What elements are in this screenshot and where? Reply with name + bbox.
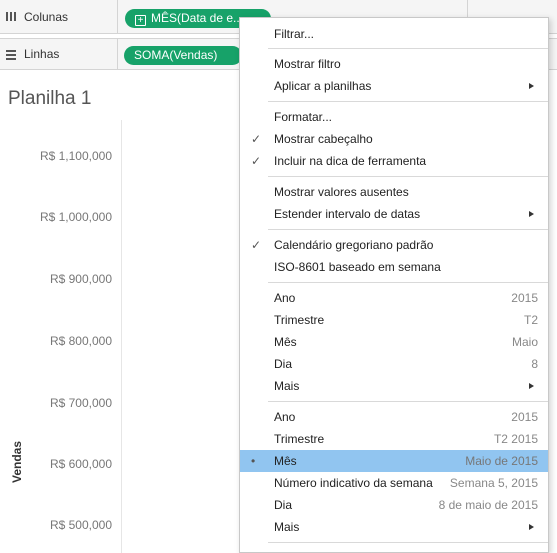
menu-item-format[interactable]: Formatar... bbox=[240, 106, 548, 128]
menu-item-label: Filtrar... bbox=[274, 27, 315, 41]
menu-item-apply-to-sheets[interactable]: Aplicar a planilhas bbox=[240, 75, 548, 97]
menu-item-discrete-month[interactable]: Mês Maio bbox=[240, 331, 548, 353]
rows-label-text: Linhas bbox=[24, 47, 60, 61]
menu-item-discrete-day[interactable]: Dia 8 bbox=[240, 353, 548, 375]
sum-sales-pill[interactable]: SOMA(Vendas) bbox=[124, 46, 242, 65]
menu-item-example: Maio de 2015 bbox=[465, 454, 538, 468]
menu-separator bbox=[268, 176, 548, 177]
axis-tick: R$ 500,000 bbox=[49, 518, 112, 532]
menu-item-filter[interactable]: Filtrar... bbox=[240, 23, 548, 45]
menu-separator bbox=[268, 282, 548, 283]
rows-shelf-label: Linhas bbox=[0, 39, 118, 69]
axis-tick: R$ 1,000,000 bbox=[39, 210, 112, 224]
menu-item-label: Formatar... bbox=[274, 110, 333, 124]
menu-item-label: Mostrar cabeçalho bbox=[274, 132, 373, 146]
menu-item-label: Dia bbox=[274, 498, 293, 512]
month-pill-label: MÊS(Data de e... bbox=[151, 11, 244, 25]
menu-item-label: Mostrar filtro bbox=[274, 57, 341, 71]
menu-item-label: ISO-8601 baseado em semana bbox=[274, 260, 441, 274]
axis-tick: R$ 900,000 bbox=[49, 272, 112, 286]
axis-tick: R$ 800,000 bbox=[49, 334, 112, 348]
menu-item-label: Incluir na dica de ferramenta bbox=[274, 154, 427, 168]
menu-item-example: 8 de maio de 2015 bbox=[438, 498, 538, 512]
menu-item-label: Número indicativo da semana bbox=[274, 476, 433, 490]
menu-item-label: Mais bbox=[274, 520, 300, 534]
sheet-title: Planilha 1 bbox=[8, 88, 92, 109]
columns-shelf-label: Colunas bbox=[0, 0, 118, 33]
date-pill-context-menu: Filtrar... Mostrar filtro Aplicar a plan… bbox=[239, 17, 549, 553]
checkmark-icon: ✓ bbox=[251, 132, 262, 146]
vertical-axis-title: Vendas bbox=[10, 440, 24, 483]
sum-sales-pill-label: SOMA(Vendas) bbox=[134, 48, 218, 62]
menu-separator bbox=[268, 101, 548, 102]
checkmark-icon: ✓ bbox=[251, 238, 262, 252]
menu-item-iso-week[interactable]: ISO-8601 baseado em semana bbox=[240, 256, 548, 278]
menu-item-discrete-quarter[interactable]: Trimestre T2 bbox=[240, 309, 548, 331]
menu-item-example: Semana 5, 2015 bbox=[449, 476, 538, 490]
axis-tick: R$ 600,000 bbox=[49, 457, 112, 471]
expand-plus-icon[interactable]: + bbox=[135, 15, 146, 26]
menu-item-label: Aplicar a planilhas bbox=[274, 79, 372, 93]
checkmark-icon: ✓ bbox=[251, 154, 262, 168]
menu-separator bbox=[268, 229, 548, 230]
menu-item-example: T2 2015 bbox=[493, 432, 538, 446]
menu-item-continuous-year[interactable]: Ano 2015 bbox=[240, 406, 548, 428]
menu-item-label: Dia bbox=[274, 357, 293, 371]
menu-item-label: Ano bbox=[274, 410, 296, 424]
rows-icon bbox=[6, 49, 16, 60]
menu-separator bbox=[268, 542, 548, 543]
submenu-arrow-icon bbox=[529, 211, 534, 217]
columns-icon bbox=[6, 12, 16, 21]
menu-item-show-filter[interactable]: Mostrar filtro bbox=[240, 53, 548, 75]
menu-item-continuous-week-number[interactable]: Número indicativo da semana Semana 5, 201… bbox=[240, 472, 548, 494]
menu-item-continuous-quarter[interactable]: Trimestre T2 2015 bbox=[240, 428, 548, 450]
menu-item-example: 2015 bbox=[511, 410, 538, 424]
submenu-arrow-icon bbox=[529, 524, 534, 530]
selected-bullet-icon: • bbox=[251, 454, 256, 468]
menu-item-discrete-year[interactable]: Ano 2015 bbox=[240, 287, 548, 309]
menu-item-discrete-more[interactable]: Mais bbox=[240, 375, 548, 397]
submenu-arrow-icon bbox=[529, 83, 534, 89]
axis-line bbox=[121, 120, 122, 553]
menu-item-label: Ano bbox=[274, 291, 296, 305]
menu-item-label: Estender intervalo de datas bbox=[274, 207, 421, 221]
menu-item-label: Trimestre bbox=[274, 432, 325, 446]
menu-item-example: Maio bbox=[511, 335, 538, 349]
axis-tick: R$ 1,100,000 bbox=[39, 149, 112, 163]
menu-item-extend-date-range[interactable]: Estender intervalo de datas bbox=[240, 203, 548, 225]
submenu-arrow-icon bbox=[529, 383, 534, 389]
menu-item-example: 8 bbox=[531, 357, 538, 371]
menu-item-include-tooltip[interactable]: ✓ Incluir na dica de ferramenta bbox=[240, 150, 548, 172]
menu-item-label: Mês bbox=[274, 454, 297, 468]
menu-item-example: 2015 bbox=[511, 291, 538, 305]
menu-item-example: T2 bbox=[523, 313, 538, 327]
menu-item-label: Mês bbox=[274, 335, 297, 349]
menu-item-continuous-day[interactable]: Dia 8 de maio de 2015 bbox=[240, 494, 548, 516]
menu-item-label: Mais bbox=[274, 379, 300, 393]
menu-item-label: Calendário gregoriano padrão bbox=[274, 238, 434, 252]
menu-separator bbox=[268, 48, 548, 49]
menu-item-continuous-month[interactable]: • Mês Maio de 2015 bbox=[240, 450, 548, 472]
menu-item-label: Trimestre bbox=[274, 313, 325, 327]
menu-item-label: Mostrar valores ausentes bbox=[274, 185, 409, 199]
menu-item-show-header[interactable]: ✓ Mostrar cabeçalho bbox=[240, 128, 548, 150]
menu-item-continuous-more[interactable]: Mais bbox=[240, 516, 548, 538]
menu-item-gregorian-calendar[interactable]: ✓ Calendário gregoriano padrão bbox=[240, 234, 548, 256]
menu-separator bbox=[268, 401, 548, 402]
axis-tick: R$ 700,000 bbox=[49, 396, 112, 410]
menu-item-show-missing-values[interactable]: Mostrar valores ausentes bbox=[240, 181, 548, 203]
columns-label-text: Colunas bbox=[24, 9, 69, 24]
